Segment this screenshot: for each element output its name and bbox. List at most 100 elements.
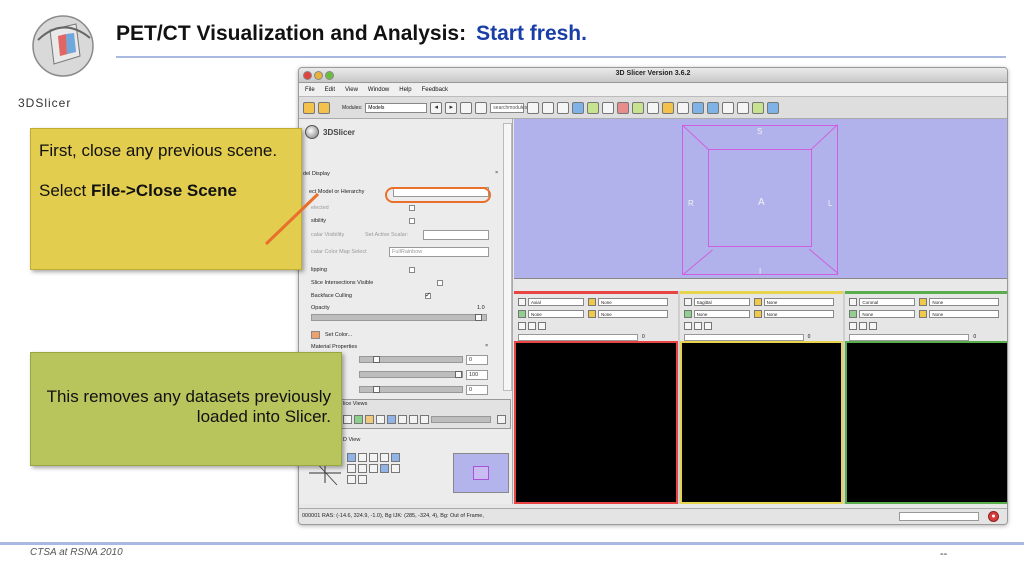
menu-edit[interactable]: Edit — [325, 87, 335, 93]
view-pitch-icon[interactable] — [380, 453, 389, 462]
yellow-pin-icon[interactable] — [683, 298, 692, 306]
diffuse-value[interactable]: 100 — [466, 370, 488, 380]
mouse-mode-icon[interactable] — [737, 101, 750, 114]
volumes-icon[interactable] — [572, 101, 585, 114]
red-label-select[interactable]: None — [528, 310, 584, 318]
next-module-icon[interactable]: ▸ — [445, 101, 458, 114]
layout-icon[interactable] — [722, 101, 735, 114]
view-spin-icon[interactable] — [380, 464, 389, 473]
data-icon[interactable] — [557, 101, 570, 114]
green-pin-icon[interactable] — [849, 298, 858, 306]
red-link-icon[interactable] — [518, 322, 526, 330]
color-icon[interactable] — [662, 101, 675, 114]
slice-intersections-checkbox[interactable] — [437, 280, 443, 286]
green-visibility-icon[interactable] — [859, 322, 868, 330]
green-orientation-select[interactable]: Coronal — [859, 298, 916, 306]
menu-file[interactable]: File — [305, 87, 315, 93]
3d-view-thumbnail[interactable] — [453, 453, 509, 493]
yellow-bg-select[interactable]: None — [763, 310, 834, 318]
module-history-icon[interactable] — [460, 101, 473, 114]
red-bg-select[interactable]: None — [598, 310, 668, 318]
red-fg-icon[interactable] — [588, 298, 596, 306]
red-visibility-icon[interactable] — [528, 322, 536, 330]
ambient-value[interactable]: 0 — [466, 355, 488, 365]
red-fg-select[interactable]: None — [598, 298, 668, 306]
yellow-slice-canvas[interactable] — [681, 343, 842, 502]
yellow-fit-icon[interactable] — [703, 322, 712, 330]
fiducials-icon[interactable] — [602, 101, 615, 114]
menu-view[interactable]: View — [345, 87, 358, 93]
save-icon[interactable] — [318, 101, 330, 114]
red-bg-icon[interactable] — [588, 310, 596, 318]
specular-slider-handle[interactable] — [373, 386, 380, 393]
yellow-fg-select[interactable]: None — [763, 298, 834, 306]
load-scene-icon[interactable] — [303, 101, 315, 114]
slice-link-icon[interactable] — [365, 415, 374, 424]
slice-spacing-icon[interactable] — [409, 415, 418, 424]
module-panel-scrollbar[interactable] — [503, 123, 512, 391]
menu-help[interactable]: Help — [399, 87, 411, 93]
yellow-fg-icon[interactable] — [753, 298, 762, 306]
place-icon[interactable] — [752, 101, 765, 114]
menu-feedback[interactable]: Feedback — [422, 87, 448, 93]
color-map-select[interactable]: FullRainbow — [389, 247, 489, 257]
green-fit-icon[interactable] — [869, 322, 878, 330]
home-icon[interactable] — [542, 101, 555, 114]
camera-icon[interactable] — [677, 101, 690, 114]
view-center-icon[interactable] — [358, 453, 367, 462]
visibility-checkbox[interactable] — [409, 218, 415, 224]
green-label-icon[interactable] — [849, 310, 858, 318]
view-yaw-icon[interactable] — [347, 464, 356, 473]
opacity-slider[interactable] — [311, 314, 487, 321]
red-orientation-select[interactable]: Axial — [528, 298, 584, 306]
slice-views-extra-icon[interactable] — [497, 415, 506, 424]
backface-culling-checkbox[interactable] — [425, 291, 431, 299]
green-link-icon[interactable] — [849, 322, 858, 330]
set-color-button[interactable]: Set Color... — [325, 332, 352, 338]
transforms-icon[interactable] — [632, 101, 645, 114]
red-slice-canvas[interactable] — [516, 343, 676, 502]
view-bg-icon[interactable] — [358, 475, 367, 484]
collapse-model-display-icon[interactable]: × — [495, 170, 498, 176]
slice-field-icon[interactable] — [420, 415, 429, 424]
models-icon[interactable] — [587, 101, 600, 114]
opacity-slider-handle[interactable] — [475, 314, 482, 321]
yellow-bg-icon[interactable] — [753, 310, 762, 318]
binoculars-icon[interactable] — [527, 101, 540, 114]
module-select[interactable]: Models — [365, 102, 428, 113]
measure-icon[interactable] — [647, 101, 660, 114]
view-rock-icon[interactable] — [391, 464, 400, 473]
menu-window[interactable]: Window — [368, 87, 389, 93]
module-search-input[interactable]: searchmodules — [490, 102, 527, 113]
green-slice-canvas[interactable] — [847, 343, 1007, 502]
view-ortho-icon[interactable] — [347, 475, 356, 484]
redo-icon[interactable] — [707, 101, 720, 114]
green-fg-icon[interactable] — [919, 298, 928, 306]
slice-grid-icon[interactable] — [376, 415, 385, 424]
collapse-material-icon[interactable]: × — [485, 343, 488, 349]
green-fg-select[interactable]: None — [929, 298, 1000, 306]
yellow-label-icon[interactable] — [683, 310, 692, 318]
yellow-link-icon[interactable] — [683, 322, 692, 330]
rotate-icon[interactable] — [767, 101, 780, 114]
red-fit-icon[interactable] — [538, 322, 546, 330]
red-offset-slider[interactable] — [518, 334, 638, 341]
red-pin-icon[interactable] — [518, 298, 526, 306]
yellow-visibility-icon[interactable] — [693, 322, 702, 330]
red-label-icon[interactable] — [518, 310, 526, 318]
yellow-offset-slider[interactable] — [683, 334, 804, 341]
active-scalar-select[interactable] — [423, 230, 489, 240]
green-bg-icon[interactable] — [919, 310, 928, 318]
green-label-select[interactable]: None — [859, 310, 916, 318]
ambient-slider-handle[interactable] — [373, 356, 380, 363]
green-bg-select[interactable]: None — [929, 310, 1000, 318]
view-zoom-icon[interactable] — [369, 453, 378, 462]
diffuse-slider-handle[interactable] — [455, 371, 462, 378]
view-rotate-icon[interactable] — [347, 453, 356, 462]
slice-annotation-icon[interactable] — [398, 415, 407, 424]
green-offset-slider[interactable] — [849, 334, 970, 341]
stop-icon[interactable]: ● — [988, 511, 999, 522]
color-swatch[interactable] — [311, 331, 320, 339]
view-screenshot-icon[interactable] — [369, 464, 378, 473]
slice-fit-icon[interactable] — [343, 415, 352, 424]
